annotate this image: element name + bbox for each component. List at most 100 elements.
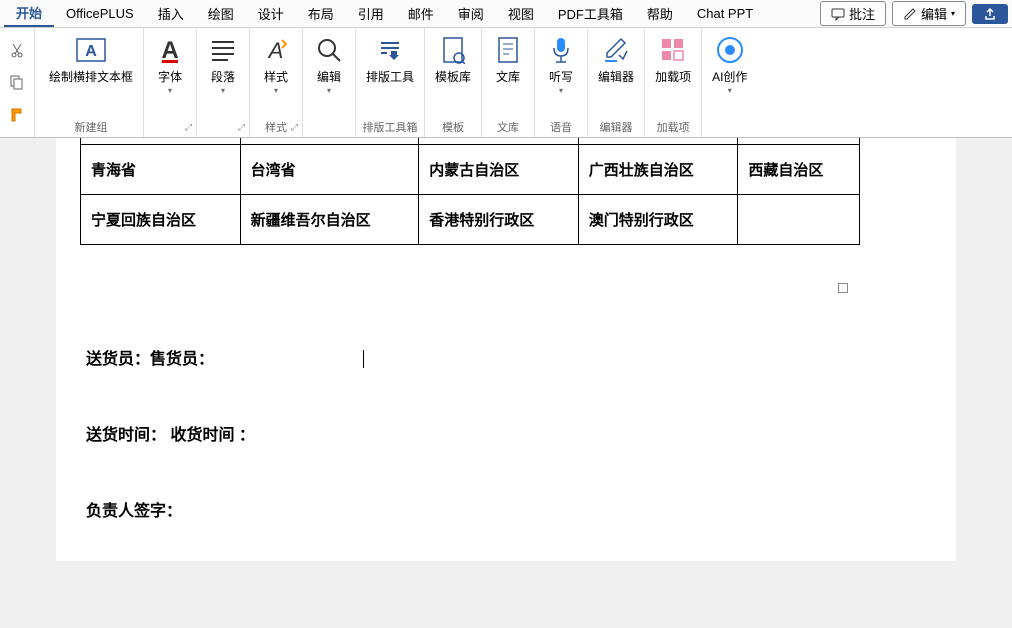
paragraph-label: 段落	[211, 70, 235, 84]
addin-group: 加载项 加载项	[645, 28, 702, 137]
search-icon	[313, 34, 345, 66]
tab-design[interactable]: 设计	[246, 1, 296, 26]
styles-button[interactable]: A 样式 ▾	[250, 28, 302, 119]
copy-icon	[9, 74, 25, 90]
svg-text:A: A	[85, 43, 97, 60]
template-icon	[437, 34, 469, 66]
scissors-icon	[9, 42, 25, 58]
tab-chatppt[interactable]: Chat PPT	[685, 3, 765, 24]
dictate-label: 听写	[549, 70, 573, 84]
tab-view[interactable]: 视图	[496, 1, 546, 26]
table-cell[interactable]: 西藏自治区	[738, 144, 860, 194]
table-cell[interactable]: 新疆维吾尔自治区	[240, 194, 419, 244]
styles-group: A 样式 ▾ 样式 ⤢	[250, 28, 303, 137]
layout-tools-group: 排版工具 排版工具箱	[356, 28, 425, 137]
svg-text:A: A	[267, 38, 284, 63]
edit-ribbon-button[interactable]: 编辑 ▾	[303, 28, 355, 119]
wenku-label: 文库	[496, 70, 520, 84]
table-row: 宁夏回族自治区 新疆维吾尔自治区 香港特别行政区 澳门特别行政区	[81, 194, 860, 244]
tab-insert[interactable]: 插入	[146, 1, 196, 26]
template-group-label: 模板	[425, 119, 481, 135]
styles-btn-label: 样式	[264, 70, 288, 84]
doc-line-3[interactable]: 负责人签字：	[86, 497, 926, 521]
paragraph-launcher[interactable]: ⤢	[238, 122, 245, 133]
font-button[interactable]: A 字体 ▾	[144, 28, 196, 119]
ai-icon	[714, 34, 746, 66]
addin-icon	[657, 34, 689, 66]
doc-line-2[interactable]: 送货时间： 收货时间 ：	[86, 421, 926, 445]
editor-label: 编辑器	[598, 70, 634, 84]
ribbon: 反 A 绘制横排文本框 新建组 A 字体 ▾ ⤢	[0, 28, 1012, 138]
editor-icon	[600, 34, 632, 66]
wenku-group: 文库 文库	[482, 28, 535, 137]
text-cursor	[363, 350, 364, 368]
brush-icon	[9, 107, 25, 123]
edit-label: 编辑	[921, 4, 947, 23]
textbox-button[interactable]: A 绘制横排文本框	[39, 28, 143, 119]
paragraph-icon	[207, 34, 239, 66]
table-cell[interactable]: 台湾省	[240, 144, 419, 194]
doc-line-1[interactable]: 送货员：售货员：	[86, 345, 926, 369]
chevron-down-icon: ▾	[274, 86, 278, 95]
template-button[interactable]: 模板库	[425, 28, 481, 119]
newgroup-label: 新建组	[39, 119, 143, 135]
table-cell[interactable]: 广西壮族自治区	[578, 144, 738, 194]
chevron-down-icon: ▾	[221, 86, 225, 95]
table-cell[interactable]: 内蒙古自治区	[419, 144, 579, 194]
tab-officeplus[interactable]: OfficePLUS	[54, 3, 146, 24]
template-group: 模板库 模板	[425, 28, 482, 137]
chevron-down-icon: ▾	[327, 86, 331, 95]
microphone-icon	[545, 34, 577, 66]
wenku-group-label: 文库	[482, 119, 534, 135]
table-cell[interactable]: 宁夏回族自治区	[81, 194, 241, 244]
paragraph-group: 段落 ▾ ⤢	[197, 28, 250, 137]
ai-button[interactable]: AI创作 ▾	[702, 28, 757, 119]
chevron-down-icon: ▾	[728, 86, 732, 95]
table-cell[interactable]: 澳门特别行政区	[578, 194, 738, 244]
share-icon	[983, 7, 997, 21]
edit-button[interactable]: 编辑 ▾	[892, 1, 966, 26]
textbox-label: 绘制横排文本框	[49, 70, 133, 84]
format-painter-button[interactable]	[8, 106, 26, 124]
editor-group: 编辑器 编辑器	[588, 28, 645, 137]
tab-draw[interactable]: 绘图	[196, 1, 246, 26]
chevron-down-icon: ▾	[168, 86, 172, 95]
wenku-icon	[492, 34, 524, 66]
tab-help[interactable]: 帮助	[635, 1, 685, 26]
tab-pdf[interactable]: PDF工具箱	[546, 1, 635, 26]
font-launcher[interactable]: ⤢	[185, 122, 192, 133]
page: 青海省 台湾省 内蒙古自治区 广西壮族自治区 西藏自治区 宁夏回族自治区 新疆维…	[56, 138, 956, 561]
quick-access	[0, 28, 35, 137]
table-resize-handle[interactable]	[838, 283, 848, 293]
comment-button[interactable]: 批注	[820, 1, 886, 26]
addin-button[interactable]: 加载项	[645, 28, 701, 119]
template-label: 模板库	[435, 70, 471, 84]
tab-mail[interactable]: 邮件	[396, 1, 446, 26]
font-icon: A	[154, 34, 186, 66]
editor-button[interactable]: 编辑器	[588, 28, 644, 119]
edit-ribbon-label: 编辑	[317, 70, 341, 84]
table-cell[interactable]	[738, 194, 860, 244]
tab-start[interactable]: 开始	[4, 0, 54, 27]
share-button[interactable]	[972, 4, 1008, 24]
tab-review[interactable]: 审阅	[446, 1, 496, 26]
paragraph-button[interactable]: 段落 ▾	[197, 28, 249, 119]
table-cell[interactable]: 香港特别行政区	[419, 194, 579, 244]
tab-layout[interactable]: 布局	[296, 1, 346, 26]
wenku-button[interactable]: 文库	[482, 28, 534, 119]
document-area[interactable]: 青海省 台湾省 内蒙古自治区 广西壮族自治区 西藏自治区 宁夏回族自治区 新疆维…	[0, 138, 1012, 628]
dictate-button[interactable]: 听写 ▾	[535, 28, 587, 119]
styles-icon: A	[260, 34, 292, 66]
comment-label: 批注	[849, 4, 875, 23]
cut-button[interactable]	[8, 41, 26, 59]
chevron-down-icon: ▾	[951, 9, 955, 18]
tab-reference[interactable]: 引用	[346, 1, 396, 26]
layout-tools-icon	[374, 34, 406, 66]
styles-launcher[interactable]: ⤢	[291, 122, 298, 133]
table-cell[interactable]: 青海省	[81, 144, 241, 194]
copy-button[interactable]	[8, 73, 26, 91]
layout-tools-button[interactable]: 排版工具	[356, 28, 424, 119]
region-table[interactable]: 青海省 台湾省 内蒙古自治区 广西壮族自治区 西藏自治区 宁夏回族自治区 新疆维…	[80, 138, 860, 245]
font-label: 字体	[158, 70, 182, 84]
chevron-down-icon: ▾	[559, 86, 563, 95]
